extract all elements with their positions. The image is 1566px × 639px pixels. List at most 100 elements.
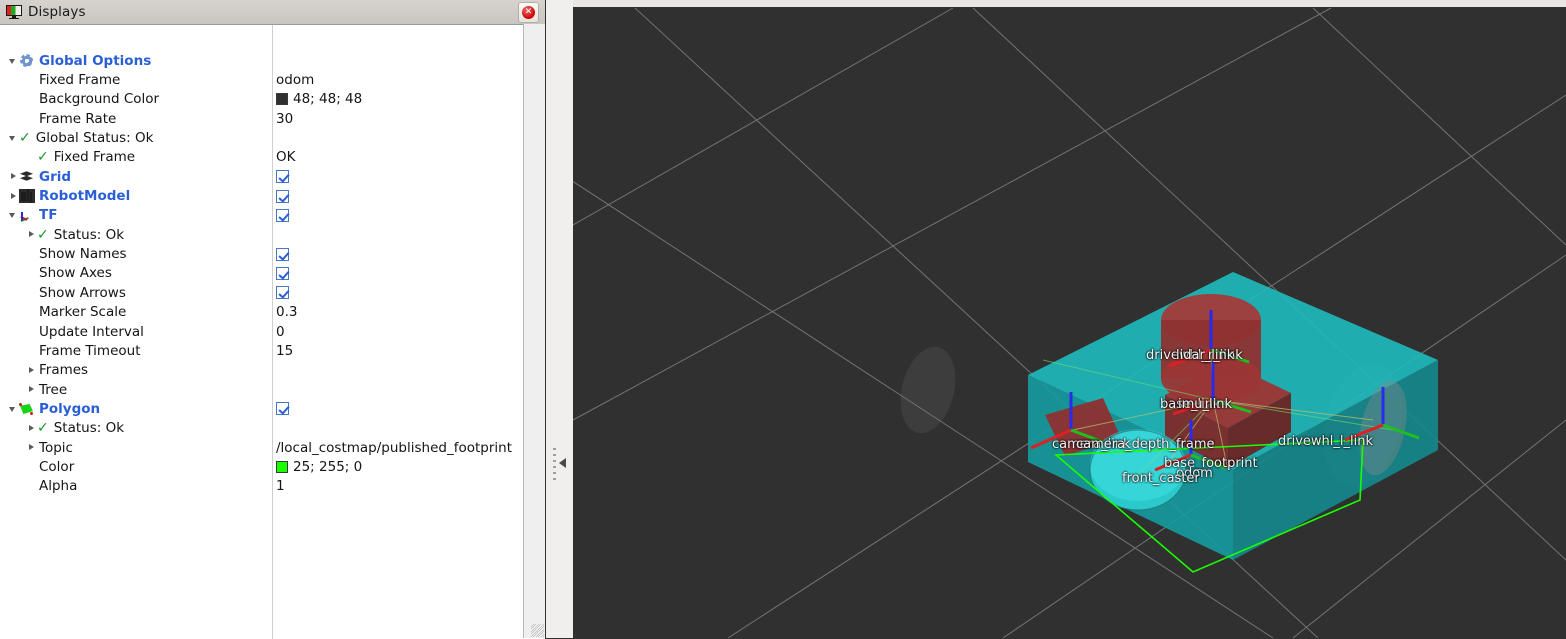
- arrow-spacer: [26, 152, 37, 163]
- chevron-down-icon[interactable]: [8, 403, 19, 414]
- chevron-down-icon[interactable]: [8, 210, 19, 221]
- tree-row-value[interactable]: 30: [276, 111, 293, 127]
- tree-row-label: Show Axes: [39, 265, 112, 282]
- panel-titlebar: Displays ✕: [0, 0, 545, 25]
- chevron-right-icon[interactable]: [8, 191, 19, 202]
- rviz-window: Displays ✕ Global Options Fixed Frame odom…: [0, 0, 1566, 639]
- tree-row[interactable]: Color 25; 255; 0: [0, 457, 523, 476]
- panel-title: Displays: [28, 4, 86, 20]
- tree-row[interactable]: Update Interval 0: [0, 322, 523, 341]
- tree-row-label: RobotModel: [39, 188, 131, 205]
- tree-row-checkbox-cell[interactable]: [276, 189, 289, 203]
- column-divider[interactable]: [272, 25, 273, 639]
- tree-row[interactable]: Frame Rate 30: [0, 109, 523, 128]
- enable-checkbox[interactable]: [276, 208, 289, 222]
- tree-row[interactable]: Frames: [0, 361, 523, 380]
- tree-row-color-cell[interactable]: 48; 48; 48: [276, 91, 362, 107]
- close-button[interactable]: ✕: [518, 2, 539, 23]
- tree-row[interactable]: Marker Scale 0.3: [0, 303, 523, 322]
- tree-row-value[interactable]: odom: [276, 72, 314, 88]
- tf-frame-label: imu_link: [1178, 397, 1233, 412]
- chevron-right-icon[interactable]: [26, 423, 37, 434]
- arrow-spacer: [26, 326, 37, 337]
- arrow-spacer: [26, 249, 37, 260]
- tree-row-value[interactable]: /local_costmap/published_footprint: [276, 440, 512, 456]
- tree-row[interactable]: Frame Timeout 15: [0, 341, 523, 360]
- close-icon: ✕: [522, 6, 535, 19]
- tree-row-label: Color: [39, 458, 75, 475]
- tree-row-checkbox-cell[interactable]: [276, 266, 289, 280]
- tree-row-value[interactable]: 0.3: [276, 304, 297, 320]
- chevron-right-icon[interactable]: [8, 171, 19, 182]
- tree-row[interactable]: ✓ Fixed Frame OK: [0, 148, 523, 167]
- tree-row[interactable]: ✓ Status: Ok: [0, 225, 523, 244]
- tree-row-value[interactable]: 0: [276, 324, 285, 340]
- chevron-right-icon[interactable]: [26, 229, 37, 240]
- tree-row-label: Fixed Frame: [53, 149, 136, 166]
- tree-row[interactable]: Show Axes: [0, 264, 523, 283]
- tree-row-checkbox-cell[interactable]: [276, 208, 289, 222]
- tf-frame-label: front_caster: [1122, 471, 1200, 486]
- splitter-grip: [553, 448, 556, 482]
- chevron-right-icon[interactable]: [26, 365, 37, 376]
- check-icon: ✓: [37, 420, 49, 437]
- chevron-down-icon[interactable]: [8, 133, 19, 144]
- tree-row-color-cell[interactable]: 25; 255; 0: [276, 459, 362, 475]
- tree-row-label: Show Arrows: [39, 284, 126, 301]
- chevron-down-icon[interactable]: [8, 55, 19, 66]
- tree-row-label: Update Interval: [39, 323, 144, 340]
- tf-axes-icon: [19, 208, 35, 222]
- polygon-icon: [19, 402, 35, 416]
- color-swatch[interactable]: [276, 93, 288, 106]
- tree-row-checkbox-cell[interactable]: [276, 170, 289, 184]
- tree-row-checkbox-cell[interactable]: [276, 402, 289, 416]
- displays-tree[interactable]: Global Options Fixed Frame odom Background …: [0, 25, 545, 639]
- tree-row[interactable]: Grid: [0, 167, 523, 186]
- arrow-spacer: [26, 94, 37, 105]
- robot-model: [900, 272, 1438, 560]
- arrow-spacer: [26, 307, 37, 318]
- tree-row[interactable]: TF: [0, 206, 523, 225]
- tree-row-label: Topic: [39, 439, 73, 456]
- tree-row[interactable]: ✓ Global Status: Ok: [0, 128, 523, 147]
- tree-row[interactable]: Alpha 1: [0, 477, 523, 496]
- tree-row-value[interactable]: 1: [276, 478, 285, 494]
- tree-row-checkbox-cell[interactable]: [276, 247, 289, 261]
- collapse-left-icon[interactable]: [559, 458, 566, 468]
- enable-checkbox[interactable]: [276, 286, 289, 300]
- tree-row[interactable]: Show Arrows: [0, 283, 523, 302]
- tree-row-label: Status: Ok: [53, 420, 125, 437]
- tree-row-label: Tree: [39, 381, 68, 398]
- displays-panel: Displays ✕ Global Options Fixed Frame odom…: [0, 0, 545, 639]
- tree-row[interactable]: Background Color 48; 48; 48: [0, 90, 523, 109]
- chevron-right-icon[interactable]: [26, 442, 37, 453]
- tree-row-label: Marker Scale: [39, 304, 127, 321]
- tree-row[interactable]: Global Options: [0, 51, 523, 70]
- tree-row[interactable]: Tree: [0, 380, 523, 399]
- tree-row[interactable]: ✓ Status: Ok: [0, 419, 523, 438]
- enable-checkbox[interactable]: [276, 189, 289, 203]
- tree-row[interactable]: Topic/local_costmap/published_footprint: [0, 438, 523, 457]
- tree-row[interactable]: Fixed Frame odom: [0, 70, 523, 89]
- color-swatch[interactable]: [276, 460, 288, 473]
- render-view-3d[interactable]: drivewhl_r_link lidar_link base_link imu_li…: [573, 0, 1566, 638]
- monitor-icon: [6, 5, 22, 19]
- resize-grip[interactable]: [531, 624, 544, 637]
- tree-row-value[interactable]: 15: [276, 343, 293, 359]
- panel-gutter: [524, 24, 545, 638]
- chevron-right-icon[interactable]: [26, 384, 37, 395]
- tree-row-checkbox-cell[interactable]: [276, 286, 289, 300]
- tf-frame-label: lidar_link: [1176, 348, 1235, 363]
- tree-row[interactable]: Show Names: [0, 245, 523, 264]
- check-icon: ✓: [37, 149, 49, 166]
- enable-checkbox[interactable]: [276, 247, 289, 261]
- arrow-spacer: [26, 461, 37, 472]
- panel-splitter[interactable]: [546, 0, 573, 638]
- enable-checkbox[interactable]: [276, 402, 289, 416]
- tf-frame-label: drivewhl_l_link: [1278, 434, 1373, 449]
- tree-row-value[interactable]: OK: [276, 149, 295, 165]
- enable-checkbox[interactable]: [276, 266, 289, 280]
- tree-row[interactable]: RobotModel: [0, 186, 523, 205]
- enable-checkbox[interactable]: [276, 170, 289, 184]
- tree-row[interactable]: Polygon: [0, 399, 523, 418]
